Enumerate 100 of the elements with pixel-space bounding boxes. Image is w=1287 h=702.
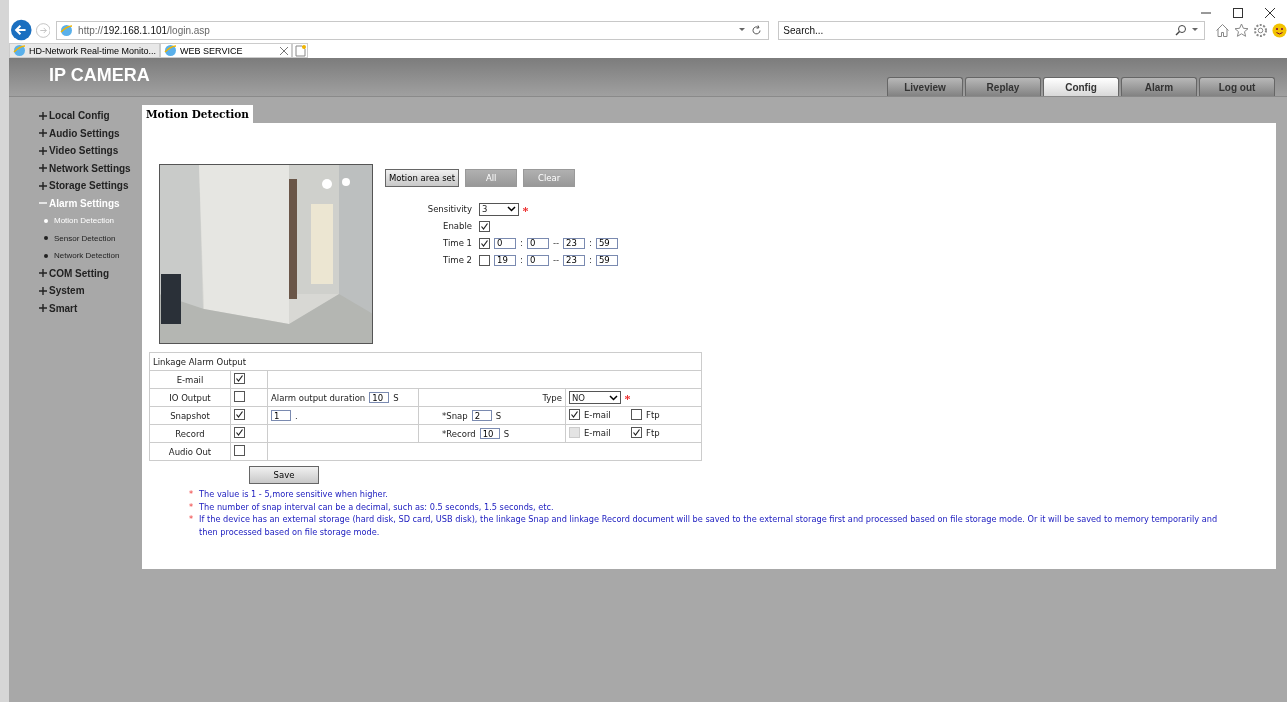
field-label: Time 1 [442, 238, 472, 248]
address-bar[interactable]: http://192.168.1.101/login.asp [56, 20, 770, 40]
row-label: E-mail [149, 370, 231, 389]
nav-tab[interactable]: Replay [965, 77, 1041, 96]
plus-icon [39, 286, 47, 295]
seconds-field[interactable]: 2 [471, 410, 492, 421]
field-label: Sensitivity [426, 204, 472, 214]
checkbox[interactable] [569, 409, 580, 420]
browser-tab[interactable]: WEB SERVICE [160, 43, 293, 58]
nav-tab[interactable]: Config [1043, 77, 1119, 96]
item-label: Video Settings [49, 145, 119, 156]
hour-field[interactable]: 0 [494, 237, 516, 249]
item-label: System [49, 285, 85, 296]
search-field[interactable]: Search... [778, 20, 1205, 40]
nav-tab[interactable]: Alarm [1121, 77, 1197, 96]
range-dash: -- [552, 238, 559, 248]
close-icon[interactable] [1265, 8, 1275, 18]
field-label: Type [542, 392, 562, 403]
item-label: Network Detection [54, 251, 120, 260]
type-select[interactable]: NO [569, 391, 621, 404]
hour-field[interactable]: 19 [494, 254, 516, 266]
colon: : [520, 238, 523, 248]
row-label: Snapshot [149, 406, 231, 425]
hour-field[interactable]: 23 [563, 254, 585, 266]
interval-field[interactable]: 1 [271, 410, 291, 421]
note-text: The value is 1 - 5,more sensitive when higher. [199, 488, 389, 501]
unit-label: S [393, 392, 399, 403]
checkbox[interactable] [479, 254, 490, 266]
tab-title: WEB SERVICE [180, 45, 243, 56]
checkbox[interactable] [234, 391, 245, 402]
tab-title: HD-Network Real-time Monito... [29, 45, 157, 56]
refresh-icon[interactable] [751, 24, 763, 36]
search-icon[interactable] [1175, 24, 1187, 36]
field-label: Enable [442, 221, 472, 231]
hour-field[interactable]: 23 [563, 237, 585, 249]
item-label: Smart [49, 302, 78, 314]
sidebar-item[interactable]: Storage Settings [39, 179, 142, 192]
item-label: COM Setting [49, 267, 109, 279]
field-label: Alarm output duration [271, 392, 366, 403]
plus-icon [39, 111, 47, 120]
page-tab[interactable]: Motion Detection [142, 105, 253, 123]
globe-icon [13, 44, 26, 57]
sidebar-item[interactable]: COM Setting [39, 266, 142, 280]
save-button[interactable]: Save [249, 466, 319, 484]
smiley-icon[interactable] [1272, 22, 1287, 38]
globe-icon [164, 44, 178, 57]
checkbox[interactable] [234, 409, 245, 420]
sensitivity-select[interactable]: 3 [479, 202, 519, 216]
nav-tab[interactable]: Log out [1199, 77, 1275, 96]
minute-field[interactable]: 59 [595, 254, 618, 266]
sidebar-subitem[interactable]: Sensor Detection [39, 231, 142, 245]
checkbox[interactable] [234, 427, 245, 438]
seconds-field[interactable]: 10 [479, 428, 500, 439]
plus-icon [39, 304, 47, 312]
note-marker: * [189, 500, 194, 513]
sidebar-item[interactable]: Audio Settings [39, 126, 142, 140]
colon: : [520, 255, 523, 265]
sidebar-subitem[interactable]: Network Detection [39, 249, 142, 262]
minute-field[interactable]: 59 [595, 237, 618, 249]
nav-tab[interactable]: Liveview [887, 77, 963, 96]
sidebar-item[interactable]: System [39, 284, 142, 297]
browser-tab[interactable]: HD-Network Real-time Monito... [9, 43, 161, 58]
checkbox[interactable] [479, 220, 490, 232]
item-label: Local Config [49, 110, 110, 121]
dropdown-icon[interactable] [738, 27, 747, 33]
item-label: Motion Detection [54, 216, 115, 225]
area-button[interactable]: Motion area set [385, 169, 460, 187]
item-label: Alarm Settings [49, 197, 120, 209]
plus-icon [39, 181, 47, 190]
maximize-icon[interactable] [1233, 8, 1243, 18]
minute-field[interactable]: 0 [526, 237, 549, 249]
decimal-point: . [295, 410, 298, 421]
field-label: *Snap [442, 410, 468, 421]
item-label: Network Settings [49, 162, 131, 174]
checkbox[interactable] [234, 373, 245, 384]
checkbox[interactable] [479, 237, 490, 249]
sidebar-item[interactable]: Local Config [39, 109, 142, 122]
table-heading: Linkage Alarm Output [149, 352, 702, 371]
app-title: IP CAMERA [49, 65, 150, 86]
unit-label: S [495, 410, 502, 421]
chevron-icon [507, 206, 516, 212]
item-label: Sensor Detection [54, 233, 116, 243]
item-label: Audio Settings [49, 127, 120, 139]
sidebar-item[interactable]: Smart [39, 301, 142, 315]
checkbox[interactable] [234, 445, 245, 456]
checkbox-label: Ftp [646, 409, 660, 420]
bullet-icon [44, 236, 48, 240]
minus-icon [39, 199, 47, 207]
checkbox-label: Ftp [646, 427, 660, 438]
range-dash: -- [552, 255, 559, 265]
field-label: Time 2 [442, 255, 472, 265]
sidebar-item[interactable]: Video Settings [39, 144, 142, 157]
minute-field[interactable]: 0 [526, 254, 549, 266]
dropdown-icon[interactable] [1191, 27, 1199, 33]
checkbox[interactable] [631, 409, 642, 420]
sidebar-item[interactable]: Network Settings [39, 161, 142, 175]
checkbox[interactable] [631, 427, 642, 438]
duration-field[interactable]: 10 [369, 392, 390, 403]
star-icon[interactable] [1234, 22, 1249, 38]
plus-icon [39, 146, 47, 155]
